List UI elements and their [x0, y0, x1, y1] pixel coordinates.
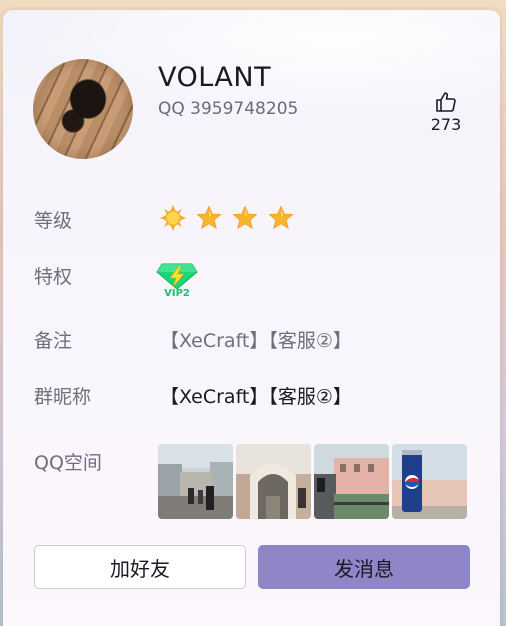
add-friend-button[interactable]: 加好友: [34, 545, 246, 589]
thumbs-up-icon: [436, 92, 456, 112]
label-group-nick: 群昵称: [34, 386, 92, 408]
label-privilege: 特权: [34, 266, 73, 288]
qzone-photo-4[interactable]: [392, 444, 467, 519]
qq-number: QQ 3959748205: [158, 99, 299, 119]
svip-badge-text: VIP2: [164, 288, 190, 298]
label-remark: 备注: [34, 330, 73, 352]
send-message-button[interactable]: 发消息: [258, 545, 470, 589]
label-level: 等级: [34, 210, 73, 232]
remark-value[interactable]: 【XeCraft】【客服②】: [160, 326, 352, 353]
svip-badge-icon[interactable]: VIP2: [156, 262, 198, 299]
qzone-photo-1[interactable]: [158, 444, 233, 519]
group-nick-value: 【XeCraft】【客服②】: [160, 386, 352, 408]
qzone-photo-2[interactable]: [236, 444, 311, 519]
star-icon: [268, 205, 294, 235]
star-icon: [196, 205, 222, 235]
qzone-photo-3[interactable]: [314, 444, 389, 519]
sun-icon: [160, 205, 186, 235]
like-count: 273: [430, 115, 462, 134]
profile-card: VOLANT QQ 3959748205 273 等级 特权 VIP2 备注 【…: [3, 10, 500, 626]
label-qzone: QQ空间: [34, 452, 102, 474]
level-icons: [160, 205, 299, 231]
star-icon: [232, 205, 258, 235]
avatar[interactable]: [33, 59, 133, 159]
nickname: VOLANT: [158, 62, 272, 93]
like-button[interactable]: 273: [424, 90, 468, 134]
